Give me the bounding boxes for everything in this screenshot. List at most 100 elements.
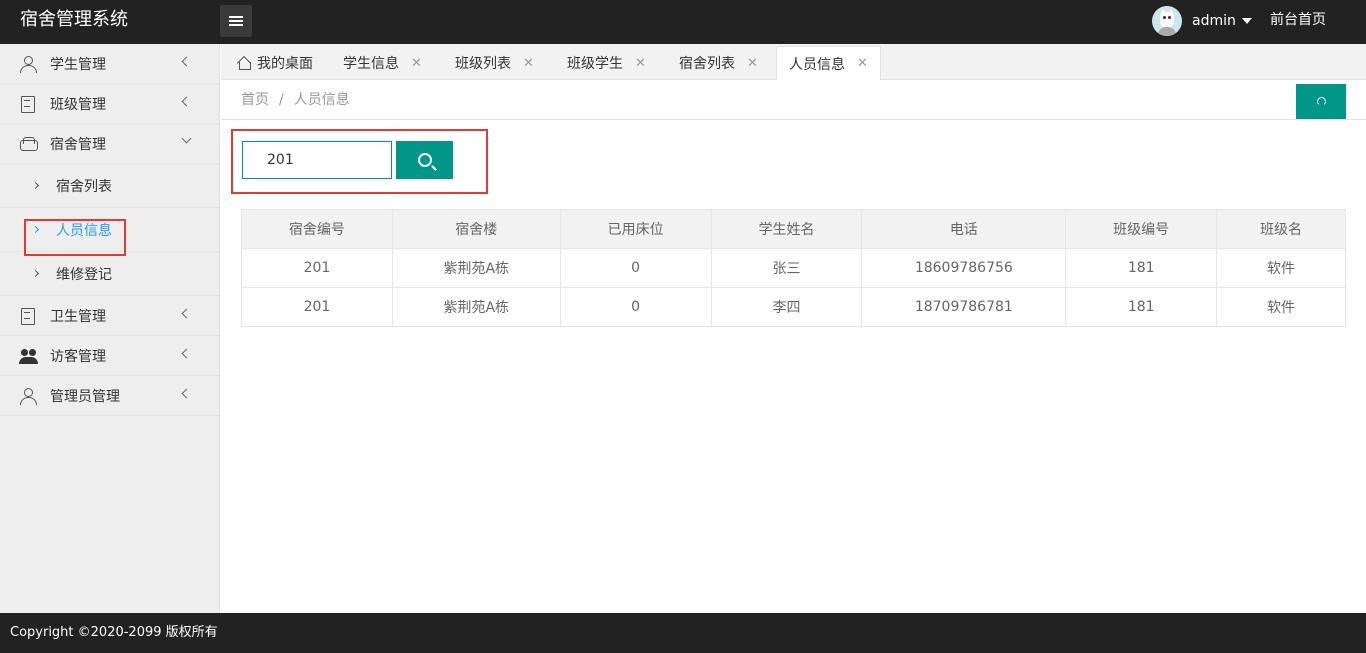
column-header: 已用床位	[559, 209, 712, 249]
document-icon	[20, 307, 36, 325]
tab-label: 班级列表	[455, 56, 511, 72]
column-header: 学生姓名	[710, 209, 863, 249]
close-icon[interactable]: ✕	[411, 56, 422, 71]
column-header: 电话	[861, 209, 1067, 249]
tab-label: 我的桌面	[257, 56, 313, 72]
sidebar-subitem-person-info[interactable]: 人员信息	[0, 208, 219, 252]
menu-toggle-button[interactable]	[220, 5, 252, 37]
sidebar-subitem-repair[interactable]: 维修登记	[0, 252, 219, 296]
table-cell: 紫荆苑A栋	[391, 248, 561, 288]
refresh-icon	[1316, 97, 1326, 106]
tab-label: 人员信息	[789, 56, 845, 73]
table-cell: 18609786756	[861, 248, 1067, 288]
chevron-left-icon	[181, 56, 192, 67]
user-icon	[20, 387, 37, 405]
document-icon	[20, 95, 36, 113]
caret-down-icon	[1241, 18, 1252, 24]
breadcrumb-separator: /	[279, 92, 284, 108]
chevron-down-icon	[181, 133, 192, 144]
table-cell: 李四	[710, 287, 863, 327]
refresh-button[interactable]	[1296, 84, 1346, 119]
column-header: 宿舍编号	[241, 209, 393, 249]
sidebar-item-label: 访客管理	[50, 348, 106, 365]
copyright-text: Copyright ©2020-2099 版权所有	[10, 625, 218, 640]
tab-label: 学生信息	[343, 56, 399, 72]
sidebar-subitem-dorm-list[interactable]: 宿舍列表	[0, 164, 219, 208]
table-cell: 201	[241, 287, 393, 327]
table-cell: 0	[559, 287, 712, 327]
sidebar-subitem-label: 人员信息	[56, 222, 112, 239]
close-icon[interactable]: ✕	[857, 56, 868, 71]
chevron-left-icon	[181, 96, 192, 107]
tab-label: 宿舍列表	[679, 56, 735, 72]
column-header: 班级编号	[1065, 209, 1218, 249]
sidebar-subitem-label: 宿舍列表	[56, 178, 112, 195]
sidebar-item-label: 卫生管理	[50, 308, 106, 325]
sidebar-item-dorm[interactable]: 宿舍管理	[0, 124, 219, 164]
table-row: 201 紫荆苑A栋 0 李四 18709786781 181 软件	[241, 287, 1346, 327]
main-content: 我的桌面 学生信息 ✕ 班级列表 ✕ 班级学生 ✕ 宿舍列表 ✕ 人员信息 ✕ …	[221, 44, 1366, 613]
breadcrumb: 首页 / 人员信息	[241, 81, 350, 119]
column-header: 宿舍楼	[391, 209, 561, 249]
table-cell: 181	[1065, 287, 1218, 327]
chevron-left-icon	[181, 348, 192, 359]
app-title: 宿舍管理系统	[20, 9, 128, 30]
home-icon	[237, 56, 251, 70]
column-header: 班级名	[1216, 209, 1346, 249]
tab-dorm-list[interactable]: 宿舍列表 ✕	[667, 46, 770, 80]
close-icon[interactable]: ✕	[635, 56, 646, 71]
people-icon	[19, 348, 38, 364]
user-menu[interactable]: admin	[1152, 5, 1252, 37]
sidebar-item-label: 班级管理	[50, 96, 106, 113]
chevron-left-icon	[181, 388, 192, 399]
table-cell: 18709786781	[861, 287, 1067, 327]
chevron-right-icon	[31, 269, 40, 278]
sidebar-item-admin[interactable]: 管理员管理	[0, 376, 219, 416]
sidebar-item-label: 学生管理	[50, 56, 106, 73]
table-cell: 181	[1065, 248, 1218, 288]
sidebar-item-label: 管理员管理	[50, 388, 120, 405]
breadcrumb-home[interactable]: 首页	[241, 92, 269, 108]
sidebar-subitem-label: 维修登记	[56, 266, 112, 283]
sidebar: 学生管理 班级管理 宿舍管理 宿舍列表 人员信息 维修登记 卫生管理 访客管理 …	[0, 44, 220, 613]
sidebar-item-label: 宿舍管理	[50, 136, 106, 153]
sidebar-item-student[interactable]: 学生管理	[0, 44, 219, 84]
search-area	[231, 129, 488, 194]
table-row: 201 紫荆苑A栋 0 张三 18609786756 181 软件	[241, 248, 1346, 288]
tab-class-list[interactable]: 班级列表 ✕	[443, 46, 546, 80]
tab-person-info[interactable]: 人员信息 ✕	[776, 46, 881, 81]
chevron-right-icon	[31, 181, 40, 190]
avatar	[1152, 6, 1182, 36]
tab-bar: 我的桌面 学生信息 ✕ 班级列表 ✕ 班级学生 ✕ 宿舍列表 ✕ 人员信息 ✕	[221, 44, 1366, 81]
table-cell: 张三	[710, 248, 863, 288]
user-name: admin	[1192, 13, 1236, 29]
tab-student-info[interactable]: 学生信息 ✕	[331, 46, 434, 80]
menu-icon	[229, 16, 243, 26]
sofa-icon	[20, 136, 38, 152]
search-input[interactable]	[242, 141, 392, 179]
close-icon[interactable]: ✕	[747, 56, 758, 71]
top-header: 宿舍管理系统 admin 前台首页	[0, 0, 1366, 44]
table-cell: 201	[241, 248, 393, 288]
sidebar-item-class[interactable]: 班级管理	[0, 84, 219, 124]
close-icon[interactable]: ✕	[523, 56, 534, 71]
search-button[interactable]	[396, 141, 453, 179]
tab-label: 班级学生	[567, 56, 623, 72]
sidebar-item-hygiene[interactable]: 卫生管理	[0, 296, 219, 336]
tab-my-desktop[interactable]: 我的桌面	[225, 46, 325, 80]
chevron-left-icon	[181, 308, 192, 319]
front-home-link[interactable]: 前台首页	[1270, 0, 1326, 40]
sidebar-item-visitor[interactable]: 访客管理	[0, 336, 219, 376]
search-icon	[417, 153, 432, 167]
user-icon	[20, 55, 37, 73]
footer: Copyright ©2020-2099 版权所有	[0, 613, 1366, 653]
chevron-right-icon	[31, 225, 40, 234]
table-cell: 软件	[1216, 287, 1346, 327]
tab-class-students[interactable]: 班级学生 ✕	[555, 46, 658, 80]
person-info-table: 宿舍编号 宿舍楼 已用床位 学生姓名 电话 班级编号 班级名 201 紫荆苑A栋…	[241, 209, 1346, 327]
table-header-row: 宿舍编号 宿舍楼 已用床位 学生姓名 电话 班级编号 班级名	[241, 209, 1346, 249]
table-cell: 0	[559, 248, 712, 288]
table-cell: 紫荆苑A栋	[391, 287, 561, 327]
breadcrumb-bar: 首页 / 人员信息	[221, 81, 1366, 120]
breadcrumb-current: 人员信息	[293, 92, 350, 108]
